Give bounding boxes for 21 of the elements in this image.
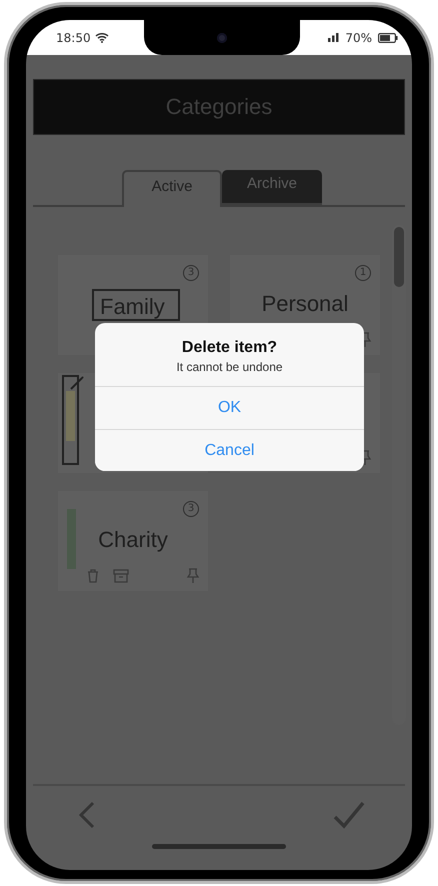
tab[interactable]: Active [122,170,222,207]
tab[interactable]: Archive [222,170,322,205]
label-input-field[interactable]: Family [92,289,180,321]
cancel-button[interactable]: Cancel [95,429,364,471]
category-label: Charity [97,527,169,553]
signal-icon [328,33,340,42]
checkmark-icon[interactable] [333,801,365,829]
wifi-icon [94,32,109,43]
archive-icon[interactable] [113,568,129,584]
pencil-icon[interactable] [70,376,84,390]
status-time: 18:50 [56,30,91,44]
battery-icon [378,32,398,42]
trash-icon[interactable] [86,568,100,584]
camera-icon [217,32,228,42]
back-icon[interactable] [78,801,96,829]
scrollbar-thumb[interactable] [394,227,404,287]
dialog-message: It cannot be undone [175,360,284,374]
battery-percent: 70% [345,30,372,44]
color-edit-frame[interactable] [62,375,79,465]
category-label: Personal [260,291,350,317]
home-indicator[interactable] [152,844,286,849]
